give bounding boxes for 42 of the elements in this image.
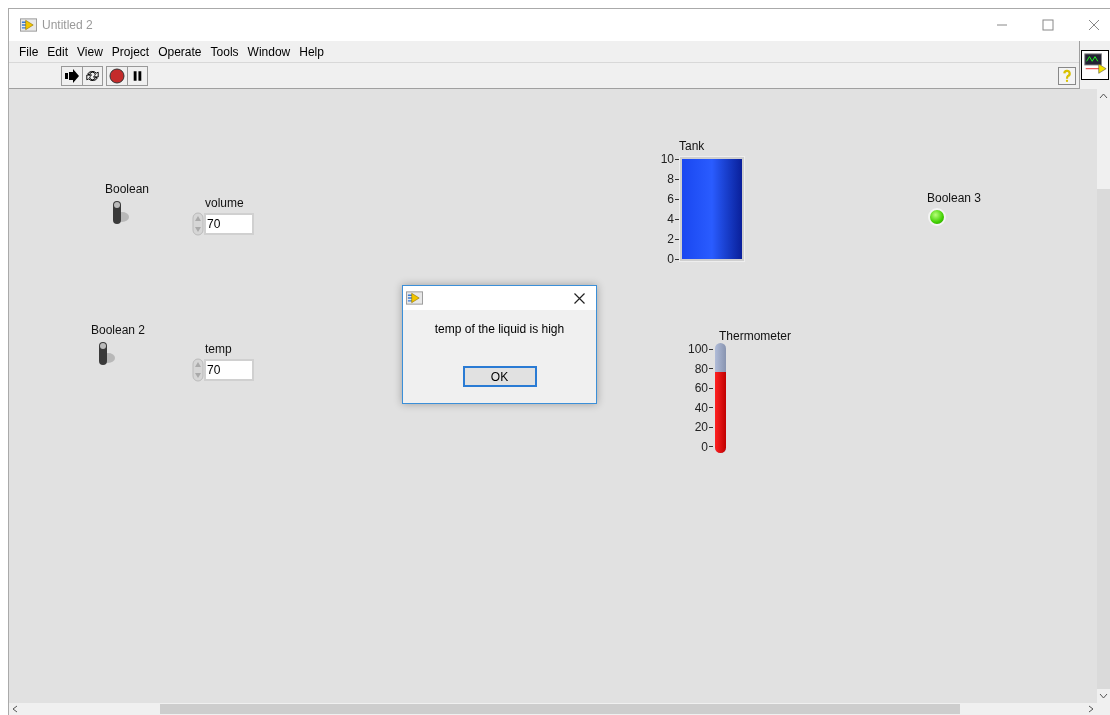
- run-continuously-icon[interactable]: [82, 66, 102, 85]
- dialog-icon: [406, 291, 423, 305]
- control-label: Boolean: [105, 182, 150, 196]
- control-label: temp: [204, 342, 233, 356]
- scale-label: 10: [660, 153, 674, 165]
- menu-item[interactable]: Edit: [43, 42, 73, 61]
- menu-item[interactable]: Project: [107, 42, 154, 61]
- scale-label: 40: [694, 401, 708, 414]
- scale-label: 0: [701, 440, 708, 453]
- control-label: Boolean 3: [927, 191, 982, 205]
- close-icon[interactable]: [574, 292, 585, 304]
- menu-item[interactable]: Tools: [206, 42, 243, 61]
- menu-item[interactable]: Window: [243, 42, 295, 61]
- abort-icon[interactable]: [107, 66, 127, 85]
- scale-label: 6: [667, 193, 674, 205]
- control-label: Thermometer: [718, 329, 792, 343]
- scale-label: 8: [667, 173, 674, 185]
- maximize-icon[interactable]: [1042, 19, 1054, 31]
- scale-label: 2: [667, 233, 674, 245]
- numeric-field[interactable]: 70: [204, 213, 254, 235]
- window-title: Untitled 2: [42, 17, 93, 34]
- help-icon[interactable]: [1058, 66, 1076, 85]
- control-label: Tank: [678, 139, 706, 153]
- scale-label: 100: [687, 343, 708, 355]
- control-label: volume: [204, 196, 245, 210]
- scale-label: 4: [667, 213, 674, 225]
- scroll-thumb[interactable]: [160, 704, 960, 714]
- control-label: Boolean 2: [91, 323, 146, 337]
- menu-item[interactable]: File: [15, 42, 43, 61]
- connector-pane-icon: [1081, 50, 1109, 80]
- ok-button[interactable]: OK: [462, 366, 537, 387]
- scale-label: 60: [694, 382, 708, 395]
- scale-label: 80: [694, 362, 708, 375]
- menu-item[interactable]: Help: [295, 42, 328, 61]
- scale-label: 0: [667, 253, 674, 265]
- menu-item[interactable]: Operate: [154, 42, 206, 61]
- dialog-message: temp of the liquid is high: [434, 321, 565, 338]
- app-icon: [20, 18, 37, 32]
- numeric-field[interactable]: 70: [204, 359, 254, 381]
- menu-item[interactable]: View: [73, 42, 107, 61]
- run-arrow-icon[interactable]: [62, 66, 82, 85]
- scale-label: 20: [694, 421, 708, 434]
